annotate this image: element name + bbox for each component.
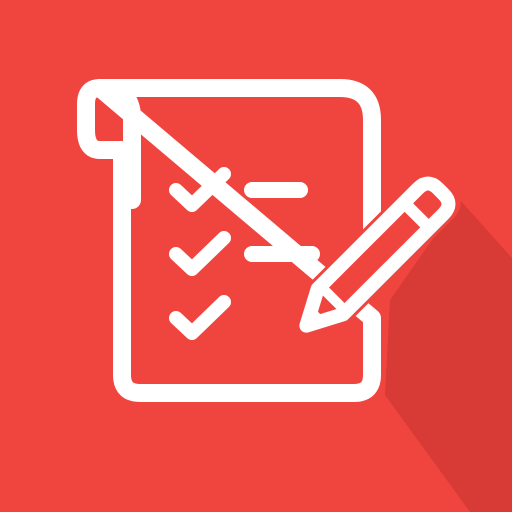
app-icon — [0, 0, 512, 512]
app-icon-graphic — [0, 0, 512, 512]
